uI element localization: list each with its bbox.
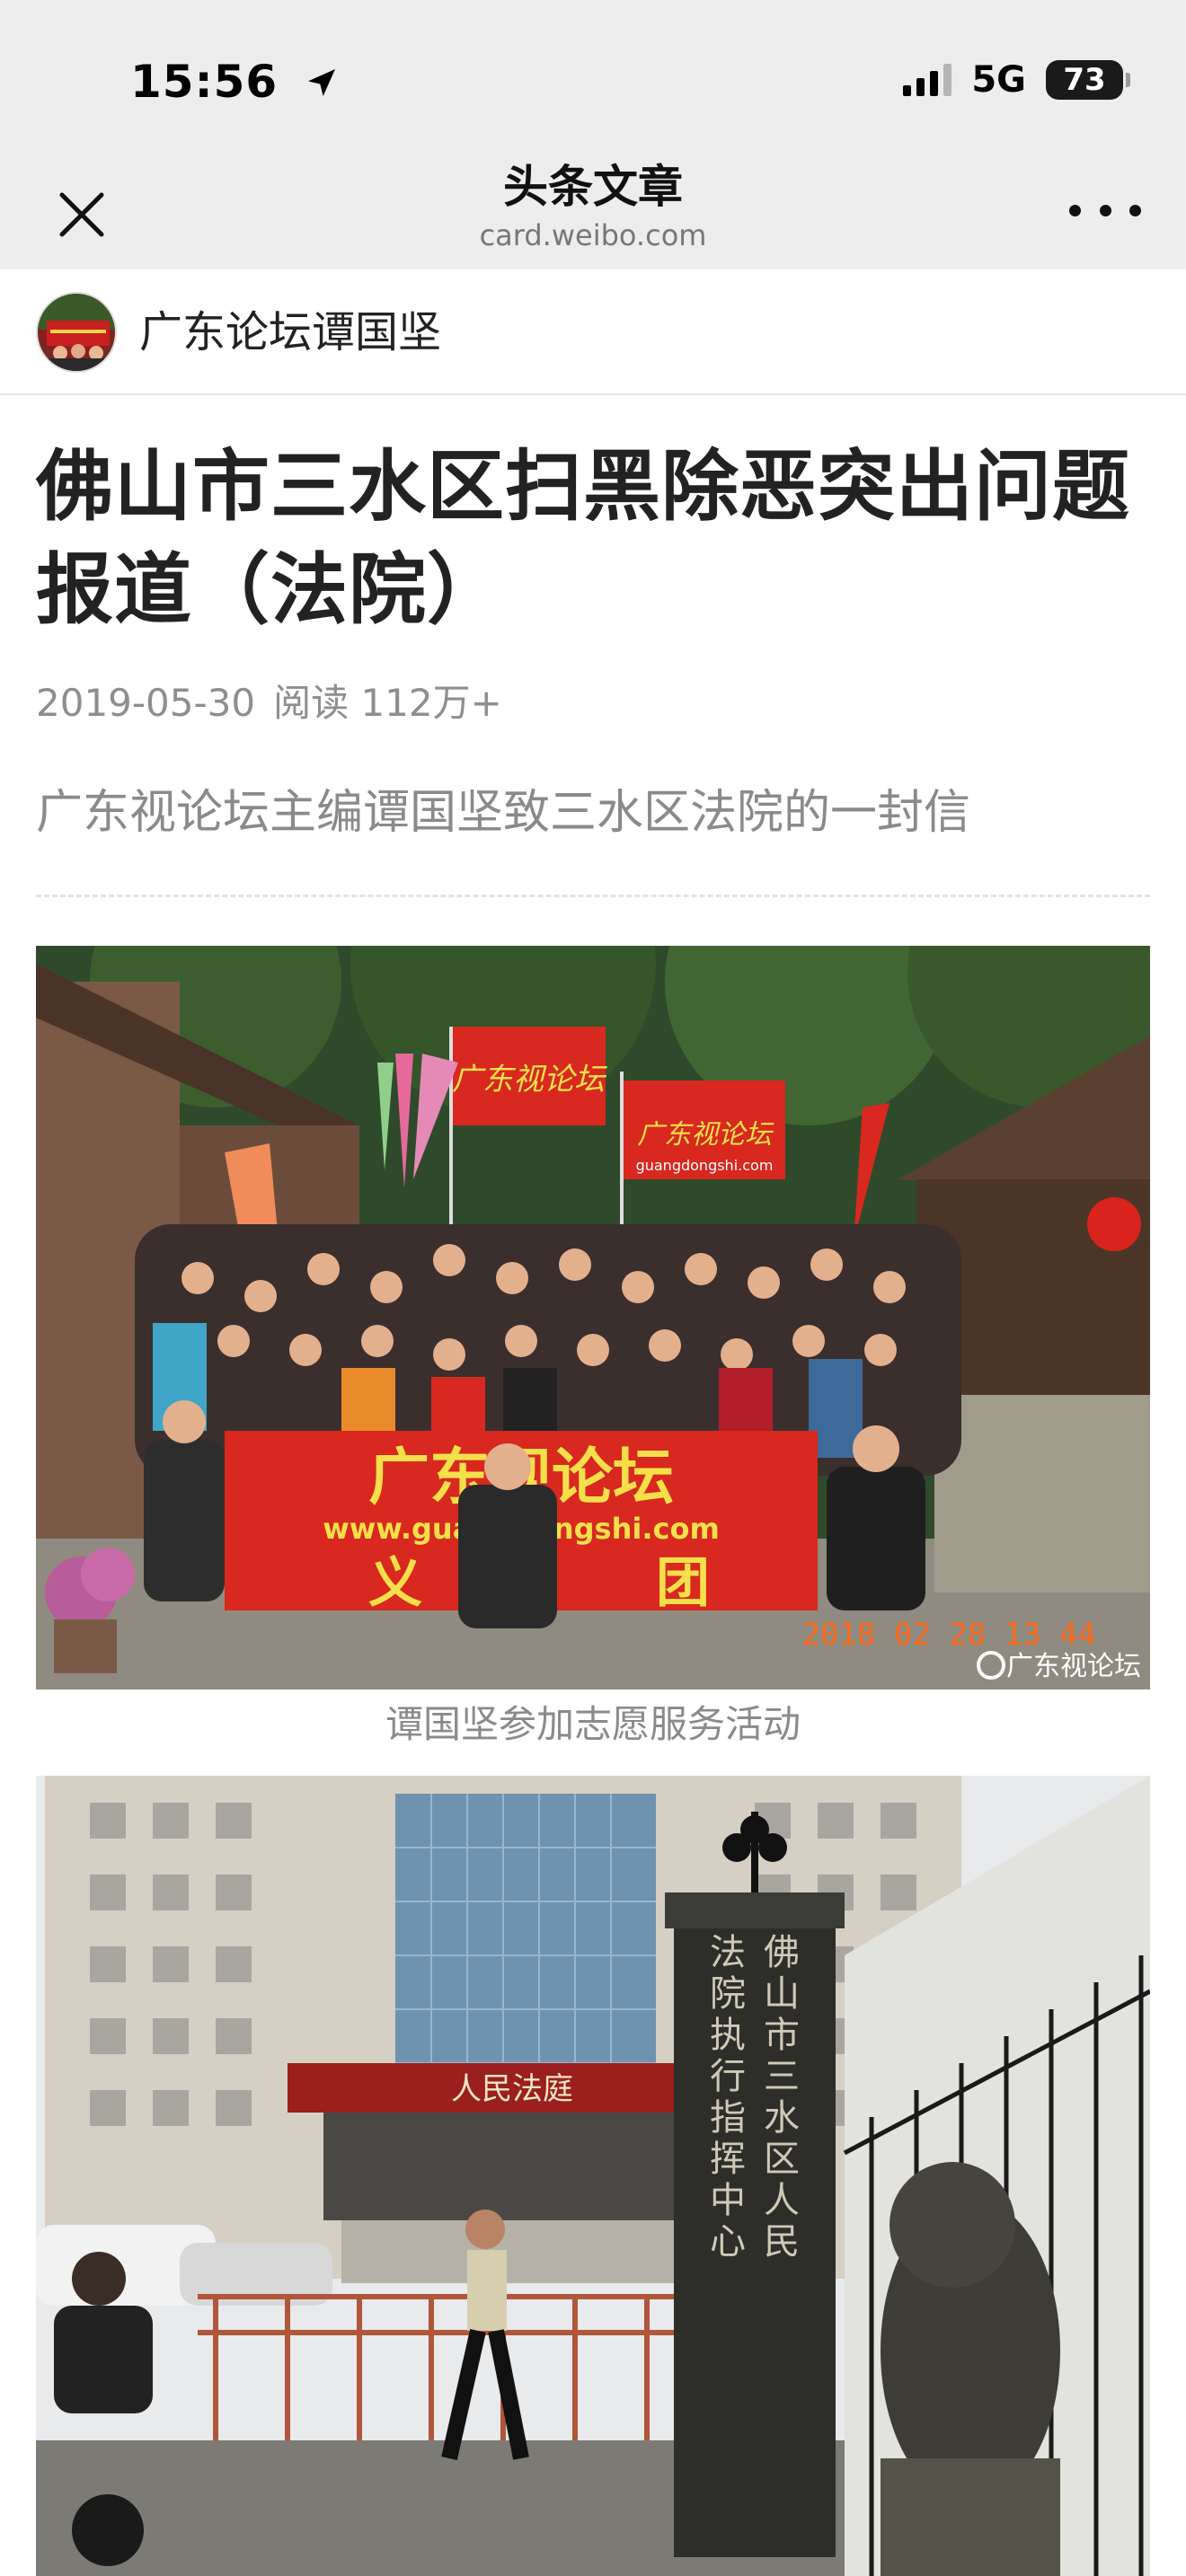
top-chrome: 15:56 5G 73 头条文章 card.weibo.com bbox=[0, 0, 1186, 269]
group-photo[interactable]: 广东视论坛 广东视论坛 guangdongshi.com 义 团 2018 02… bbox=[36, 946, 1150, 1689]
status-time-group: 15:56 bbox=[130, 56, 340, 111]
location-arrow-icon bbox=[304, 59, 340, 111]
banner-left-text: 义 bbox=[368, 1552, 422, 1615]
article-meta: 2019-05-30 阅读 112万+ bbox=[36, 678, 502, 728]
avatar[interactable] bbox=[36, 292, 117, 373]
more-icon bbox=[1069, 204, 1081, 216]
nav-title: 头条文章 bbox=[503, 161, 683, 213]
article-title: 佛山市三水区扫黑除恶突出问题报道（法院） bbox=[36, 442, 1130, 635]
battery-level: 73 bbox=[1063, 62, 1106, 98]
photo-timestamp: 2018 02 28 13 44 bbox=[801, 1617, 1096, 1653]
article-date: 2019-05-30 bbox=[36, 681, 256, 725]
banner-right-text: 团 bbox=[656, 1552, 710, 1615]
status-time: 15:56 bbox=[130, 56, 279, 108]
flag-right-text: 广东视论坛 bbox=[637, 1119, 774, 1151]
article-lead: 广东视论坛主编谭国坚致三水区法院的一封信 bbox=[36, 786, 971, 840]
photo-watermark: 广东视论坛 bbox=[1006, 1651, 1141, 1682]
nav-title-block: 头条文章 card.weibo.com bbox=[0, 158, 1186, 255]
divider bbox=[36, 895, 1150, 897]
flag-left-text: 广东视论坛 bbox=[452, 1062, 607, 1098]
network-label: 5G bbox=[971, 59, 1026, 101]
flag-right-url: guangdongshi.com bbox=[636, 1157, 774, 1174]
author-name[interactable]: 广东论坛谭国坚 bbox=[139, 305, 441, 359]
battery-icon: 73 bbox=[1046, 60, 1130, 100]
signal-icon bbox=[903, 64, 952, 96]
court-photo[interactable]: 人民法庭 佛山市三水区人民法院执行指挥中心 bbox=[36, 1776, 1150, 2576]
court-sign-text: 人民法庭 bbox=[451, 2071, 573, 2107]
photo1-caption: 谭国坚参加志愿服务活动 bbox=[385, 1702, 801, 1746]
author-row[interactable]: 广东论坛谭国坚 bbox=[0, 269, 1186, 395]
nav-url: card.weibo.com bbox=[479, 218, 707, 252]
status-indicators: 5G 73 bbox=[903, 59, 1130, 101]
more-button[interactable] bbox=[1069, 192, 1141, 228]
article-reads: 阅读 112万+ bbox=[273, 681, 502, 725]
